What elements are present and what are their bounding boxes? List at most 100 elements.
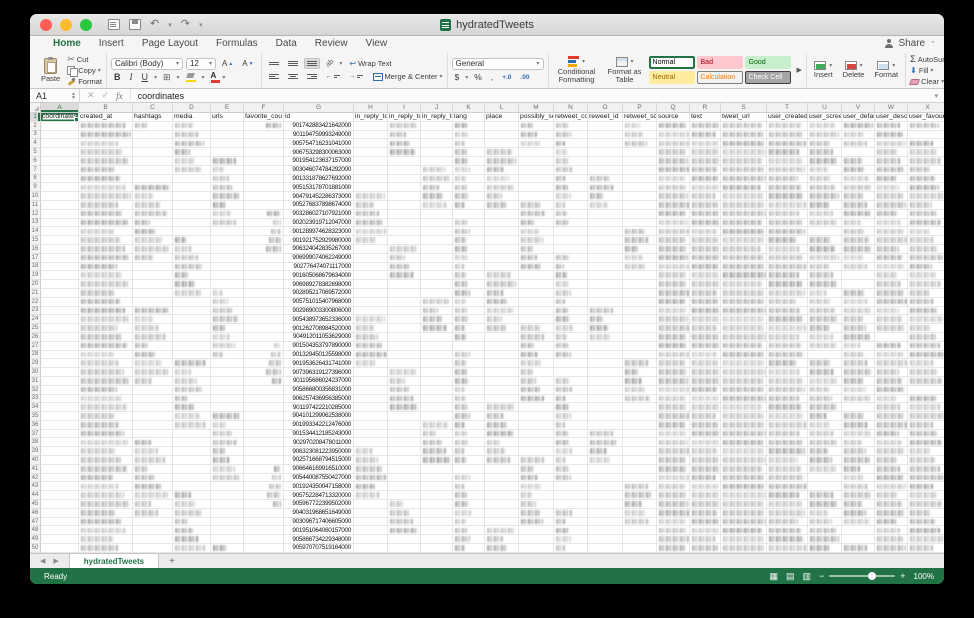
cell-G28[interactable]: 901329450125598000 xyxy=(284,351,354,360)
cell-T1[interactable]: user_created xyxy=(767,113,808,122)
cell-R24[interactable] xyxy=(690,315,721,324)
cell-D44[interactable] xyxy=(173,491,211,500)
cell-S34[interactable] xyxy=(721,403,767,412)
cell-I19[interactable] xyxy=(388,271,421,280)
cell-I4[interactable] xyxy=(388,139,421,148)
cell-W22[interactable] xyxy=(875,298,908,307)
cell-R34[interactable] xyxy=(690,403,721,412)
cell-S20[interactable] xyxy=(721,280,767,289)
cell-P1[interactable]: retweet_scr xyxy=(623,113,657,122)
cell-M11[interactable] xyxy=(519,201,554,210)
row-header-18[interactable]: 18 xyxy=(30,263,41,272)
cell-I34[interactable] xyxy=(388,403,421,412)
cell-I8[interactable] xyxy=(388,175,421,184)
cell-I45[interactable] xyxy=(388,500,421,509)
cell-W12[interactable] xyxy=(875,210,908,219)
cell-V11[interactable] xyxy=(842,201,875,210)
cell-C5[interactable] xyxy=(133,148,173,157)
cell-O40[interactable] xyxy=(588,456,623,465)
select-all-corner[interactable] xyxy=(30,103,41,112)
column-header-B[interactable]: B xyxy=(79,103,133,112)
cell-L24[interactable] xyxy=(485,315,519,324)
cell-X20[interactable] xyxy=(908,280,944,289)
cell-I7[interactable] xyxy=(388,166,421,175)
cell-K1[interactable]: lang xyxy=(453,113,485,122)
cell-W13[interactable] xyxy=(875,219,908,228)
cell-J15[interactable] xyxy=(421,236,453,245)
cell-M25[interactable] xyxy=(519,324,554,333)
cell-S38[interactable] xyxy=(721,438,767,447)
cell-C15[interactable] xyxy=(133,236,173,245)
cell-M37[interactable] xyxy=(519,430,554,439)
cell-K13[interactable] xyxy=(453,219,485,228)
cell-K50[interactable] xyxy=(453,544,485,553)
row-header-31[interactable]: 31 xyxy=(30,377,41,386)
cell-G32[interactable]: 905866800356831000 xyxy=(284,386,354,395)
cell-V1[interactable]: user_default xyxy=(842,113,875,122)
cell-M30[interactable] xyxy=(519,368,554,377)
row-header-35[interactable]: 35 xyxy=(30,412,41,421)
cell-K46[interactable] xyxy=(453,509,485,518)
quick-access-caret[interactable]: ▾ xyxy=(199,21,203,29)
cell-U44[interactable] xyxy=(808,491,842,500)
cell-V20[interactable] xyxy=(842,280,875,289)
cell-A43[interactable] xyxy=(41,482,79,491)
cell-U50[interactable] xyxy=(808,544,842,553)
cell-M28[interactable] xyxy=(519,351,554,360)
cell-D37[interactable] xyxy=(173,430,211,439)
cell-K24[interactable] xyxy=(453,315,485,324)
cell-F44[interactable] xyxy=(244,491,284,500)
cell-C29[interactable] xyxy=(133,359,173,368)
cell-P12[interactable] xyxy=(623,210,657,219)
row-header-9[interactable]: 9 xyxy=(30,183,41,192)
cell-J32[interactable] xyxy=(421,386,453,395)
cell-F1[interactable]: favorite_cou xyxy=(244,113,284,122)
cell-F9[interactable] xyxy=(244,183,284,192)
cell-I28[interactable] xyxy=(388,351,421,360)
cell-B8[interactable] xyxy=(79,175,133,184)
cell-O26[interactable] xyxy=(588,333,623,342)
format-as-table-button[interactable]: ▾ Format as Table xyxy=(605,56,645,85)
insert-cells-button[interactable]: ▾ Insert xyxy=(811,60,836,80)
cell-H36[interactable] xyxy=(354,421,388,430)
cell-G17[interactable]: 906999074062249000 xyxy=(284,254,354,263)
cell-J7[interactable] xyxy=(421,166,453,175)
cell-V49[interactable] xyxy=(842,535,875,544)
cell-G48[interactable]: 901951064060157000 xyxy=(284,526,354,535)
cell-P40[interactable] xyxy=(623,456,657,465)
column-header-C[interactable]: C xyxy=(133,103,173,112)
cell-F46[interactable] xyxy=(244,509,284,518)
cell-G40[interactable]: 902571668794515000 xyxy=(284,456,354,465)
cell-M24[interactable] xyxy=(519,315,554,324)
cell-P13[interactable] xyxy=(623,219,657,228)
cell-W25[interactable] xyxy=(875,324,908,333)
cell-P47[interactable] xyxy=(623,518,657,527)
cell-F39[interactable] xyxy=(244,447,284,456)
cell-J14[interactable] xyxy=(421,227,453,236)
cell-L18[interactable] xyxy=(485,263,519,272)
redo-icon[interactable]: ↷ xyxy=(181,19,190,30)
cell-P11[interactable] xyxy=(623,201,657,210)
row-header-10[interactable]: 10 xyxy=(30,192,41,201)
cell-U21[interactable] xyxy=(808,289,842,298)
cell-R41[interactable] xyxy=(690,465,721,474)
cell-I31[interactable] xyxy=(388,377,421,386)
cell-L20[interactable] xyxy=(485,280,519,289)
percent-button[interactable]: % xyxy=(471,72,485,83)
cell-J19[interactable] xyxy=(421,271,453,280)
cell-A5[interactable] xyxy=(41,148,79,157)
cell-N23[interactable] xyxy=(554,307,588,316)
cell-D33[interactable] xyxy=(173,395,211,404)
row-header-42[interactable]: 42 xyxy=(30,474,41,483)
cell-L39[interactable] xyxy=(485,447,519,456)
cell-G23[interactable]: 902989003300806000 xyxy=(284,307,354,316)
cell-A44[interactable] xyxy=(41,491,79,500)
cell-E44[interactable] xyxy=(211,491,244,500)
cell-A13[interactable] xyxy=(41,219,79,228)
cell-X41[interactable] xyxy=(908,465,944,474)
cell-M17[interactable] xyxy=(519,254,554,263)
cell-T13[interactable] xyxy=(767,219,808,228)
cell-R8[interactable] xyxy=(690,175,721,184)
cell-I37[interactable] xyxy=(388,430,421,439)
cell-B23[interactable] xyxy=(79,307,133,316)
